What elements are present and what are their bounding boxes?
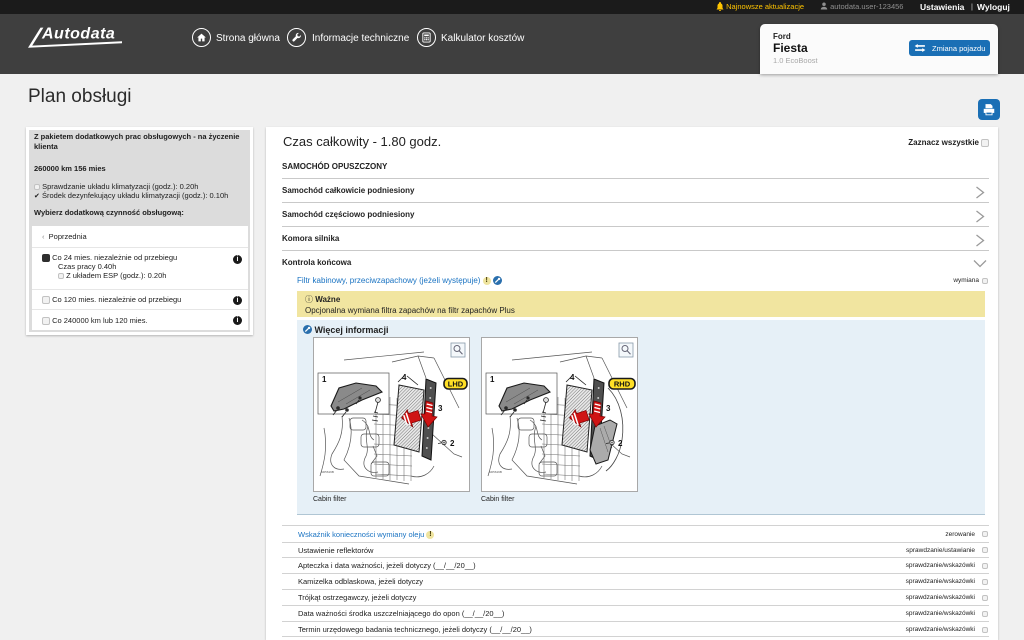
svg-text:LHD: LHD [448, 380, 464, 389]
svg-text:3: 3 [606, 404, 611, 413]
svg-text:3: 3 [438, 404, 443, 413]
svg-text:RHD: RHD [614, 380, 631, 389]
svg-text:4: 4 [570, 373, 575, 382]
svg-text:2: 2 [450, 439, 455, 448]
svg-text:1: 1 [322, 375, 327, 384]
svg-text:AD5619B: AD5619B [489, 470, 502, 474]
svg-text:AD5619B: AD5619B [321, 470, 334, 474]
svg-text:Autodata: Autodata [41, 26, 115, 43]
svg-text:4: 4 [402, 373, 407, 382]
svg-text:1: 1 [490, 375, 495, 384]
svg-text:2: 2 [618, 439, 623, 448]
